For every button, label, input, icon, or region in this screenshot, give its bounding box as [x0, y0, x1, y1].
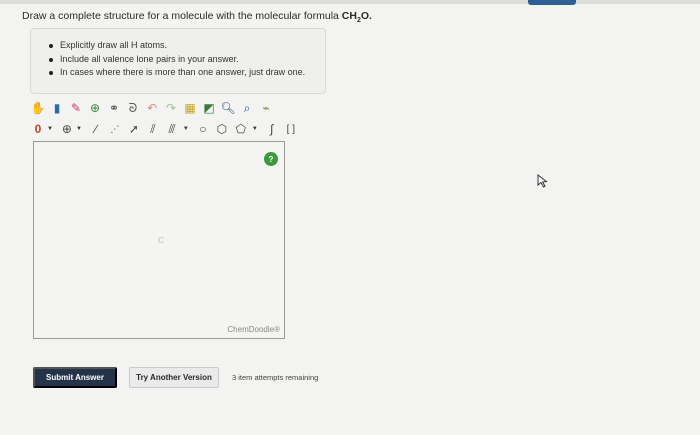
attempts-remaining: 3 item attempts remaining [232, 373, 319, 382]
undo-icon[interactable]: ↶ [144, 100, 160, 116]
cyclopropane-icon[interactable]: ○ [195, 121, 211, 137]
lone-pair-icon[interactable]: ∫ [264, 121, 280, 137]
zoom-in-icon[interactable]: 🔍︎ [220, 100, 236, 116]
question-text: Draw a complete structure for a molecule… [22, 10, 372, 24]
carbon-atom-label[interactable]: C [158, 236, 164, 245]
instructions-list: Explicitly draw all H atoms. Include all… [49, 39, 325, 80]
template-icon[interactable]: ▦ [182, 100, 198, 116]
help-icon[interactable]: ? [264, 152, 278, 166]
references-tab[interactable] [528, 0, 576, 5]
chevron-down-icon[interactable]: ▼ [183, 126, 189, 132]
zoom-out-icon[interactable]: ⌕ [239, 100, 255, 116]
atom-selector[interactable]: ⊕ [59, 121, 75, 137]
drawing-canvas[interactable]: C ? ChemDoodle® [33, 141, 285, 339]
chevron-down-icon[interactable]: ▼ [252, 126, 258, 132]
triple-bond-icon[interactable]: ⫻ [164, 121, 180, 137]
lasso-icon[interactable]: ᘐ [125, 100, 141, 116]
fill-icon[interactable]: ◩ [201, 100, 217, 116]
redo-icon[interactable]: ↷ [163, 100, 179, 116]
question-prefix: Draw a complete structure for a molecule… [22, 10, 342, 22]
hand-icon[interactable]: ✋ [30, 100, 46, 116]
pentagon-ring-icon[interactable]: ⬠ [233, 121, 249, 137]
benzene-icon[interactable]: ⬡ [214, 121, 230, 137]
toolbar-row-1: ✋ ▮ ✎ ⊕ ⚭ ᘐ ↶ ↷ ▦ ◩ 🔍︎ ⌕ ⌁ [30, 98, 277, 118]
submit-answer-button[interactable]: Submit Answer [33, 367, 117, 388]
ring-plus-icon[interactable]: ⊕ [87, 100, 103, 116]
single-bond-icon[interactable]: ∕ [88, 121, 104, 137]
double-bond-icon[interactable]: ⫽ [145, 121, 161, 137]
clean-icon[interactable]: ⌁ [258, 100, 274, 116]
pencil-icon[interactable]: ✎ [68, 100, 84, 116]
top-band [0, 0, 700, 4]
wedge-bond-icon[interactable]: ➚ [126, 121, 142, 137]
formula-ch: CH [341, 10, 357, 22]
instructions-box: Explicitly draw all H atoms. Include all… [30, 28, 326, 94]
chemdoodle-logo: ChemDoodle® [227, 325, 280, 334]
chevron-down-icon[interactable]: ▼ [76, 126, 82, 132]
mouse-cursor-icon [537, 174, 548, 188]
instruction-item: Explicitly draw all H atoms. [49, 39, 325, 53]
chevron-down-icon[interactable]: ▼ [47, 126, 53, 132]
eraser-icon[interactable]: ▮ [49, 100, 65, 116]
formula-o: O. [360, 10, 372, 22]
charge-selector[interactable]: 0 [30, 121, 46, 137]
dashed-bond-icon[interactable]: ⋰ [107, 121, 123, 137]
toolbar-row-2: 0 ▼ ⊕ ▼ ∕ ⋰ ➚ ⫽ ⫻ ▼ ○ ⬡ ⬠ ▼ ∫ [ ] [30, 119, 302, 139]
instruction-item: In cases where there is more than one an… [49, 66, 325, 80]
group-icon[interactable]: ⚭ [106, 100, 122, 116]
try-another-version-button[interactable]: Try Another Version [129, 367, 219, 388]
instruction-item: Include all valence lone pairs in your a… [49, 53, 325, 67]
bracket-icon[interactable]: [ ] [283, 121, 299, 137]
